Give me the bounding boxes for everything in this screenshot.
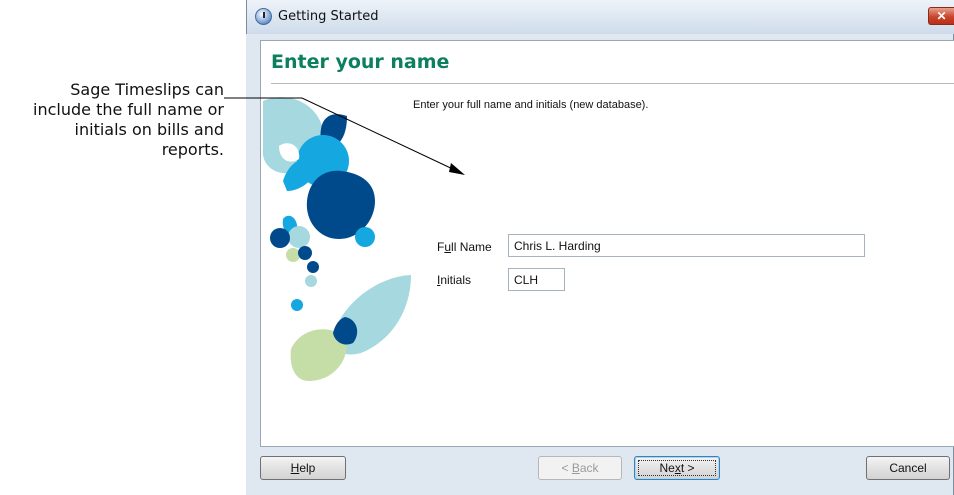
back-accel: B: [571, 461, 580, 475]
callout-line: reports.: [161, 140, 224, 159]
getting-started-dialog: Getting Started ✕ Enter your name Enter …: [246, 0, 954, 495]
window-title: Getting Started: [278, 9, 379, 24]
artwork-shapes: [262, 97, 411, 381]
initials-label: Initials: [437, 273, 471, 287]
wizard-page: Enter your name Enter your full name and…: [260, 40, 954, 447]
full-name-input[interactable]: [508, 234, 865, 257]
initials-label-post: nitials: [440, 273, 472, 287]
callout-line: include the full name or: [33, 100, 224, 119]
callout-line: Sage Timeslips can: [70, 80, 224, 99]
full-name-label: Full Name: [437, 240, 492, 254]
callout-line: initials on bills and: [74, 120, 224, 139]
initials-input[interactable]: [508, 268, 565, 291]
next-button[interactable]: Next >: [634, 456, 720, 480]
page-title: Enter your name: [271, 51, 450, 73]
back-label: ack: [579, 461, 599, 475]
full-name-label-post: ll Name: [451, 240, 492, 254]
close-icon: ✕: [936, 9, 947, 23]
back-button[interactable]: < Back: [538, 456, 622, 480]
instruction-text: Enter your full name and initials (new d…: [413, 99, 649, 111]
help-label: elp: [299, 461, 316, 475]
app-clock-icon: [255, 8, 272, 25]
back-prefix: <: [561, 461, 572, 475]
next-post: t >: [680, 461, 695, 475]
cancel-button[interactable]: Cancel: [866, 456, 950, 480]
callout-text: Sage Timeslips can include the full name…: [0, 80, 224, 160]
title-bar[interactable]: Getting Started ✕: [246, 0, 954, 34]
next-pre: Ne: [659, 461, 675, 475]
title-divider: [271, 83, 954, 84]
help-button[interactable]: Help: [260, 456, 346, 480]
decorative-artwork: [262, 97, 411, 381]
close-button[interactable]: ✕: [928, 7, 954, 25]
